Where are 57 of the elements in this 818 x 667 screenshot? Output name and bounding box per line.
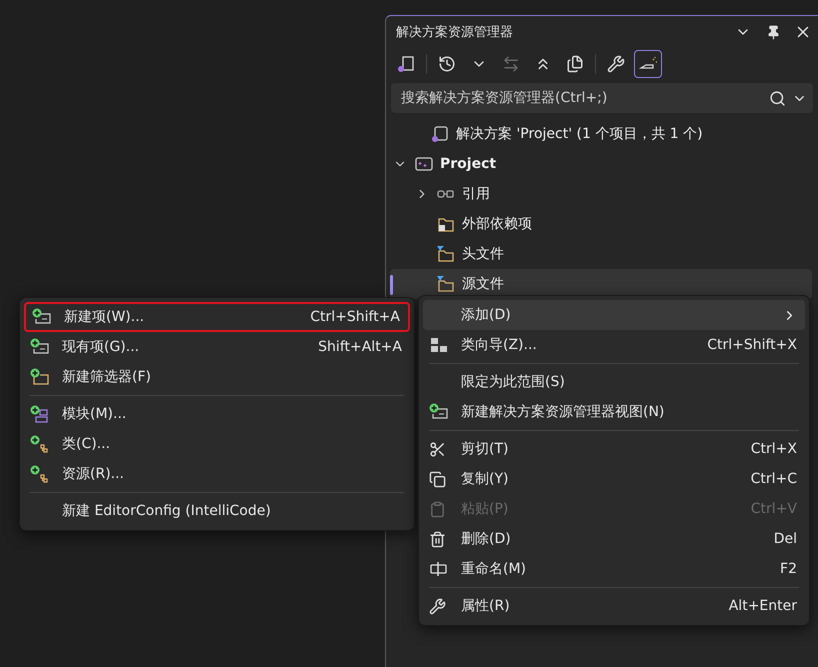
new-item-icon: [32, 308, 52, 326]
history-icon: [438, 55, 456, 73]
menu-item[interactable]: 新建解决方案资源管理器视图(N): [423, 397, 805, 427]
menu-item[interactable]: 属性(R) Alt+Enter: [423, 591, 805, 621]
menu-item[interactable]: 复制(Y) Ctrl+C: [423, 464, 805, 494]
tree-label: 头文件: [462, 245, 504, 263]
clipboard-icon: [429, 500, 446, 518]
copy-icon: [429, 470, 446, 488]
tree-label: 源文件: [462, 275, 504, 293]
copy-pages-icon: [566, 55, 584, 73]
search-bar[interactable]: 搜索解决方案资源管理器(Ctrl+;): [391, 83, 813, 113]
solution-icon: [430, 125, 450, 143]
menu-item[interactable]: 限定为此范围(S): [423, 367, 805, 397]
module-icon: [30, 405, 50, 423]
class-icon: [30, 435, 50, 453]
wrench-icon: [429, 598, 446, 614]
menu-item[interactable]: 现有项(G)... Shift+Alt+A: [24, 332, 410, 362]
filter-folder-icon: [436, 275, 456, 293]
project-icon: [414, 155, 434, 173]
menu-item[interactable]: 资源(R)...: [24, 459, 410, 489]
trash-icon: [429, 530, 446, 548]
menu-item[interactable]: 删除(D) Del: [423, 524, 805, 554]
menu-item[interactable]: 类(C)...: [24, 429, 410, 459]
panel-title: 解决方案资源管理器: [396, 24, 514, 41]
rename-icon: [429, 560, 449, 578]
wrench-icon: [607, 55, 625, 73]
tree-label: 引用: [462, 185, 490, 203]
resource-icon: [30, 465, 50, 483]
pin-icon: [766, 24, 780, 40]
selection-marker: [390, 275, 393, 295]
new-view-icon: [429, 403, 449, 421]
tree-label: Project: [440, 156, 496, 172]
search-field[interactable]: 搜索解决方案资源管理器(Ctrl+;): [399, 89, 763, 107]
tree-item[interactable]: 引用: [390, 179, 812, 209]
toolbar-button[interactable]: [634, 50, 662, 78]
tree-item[interactable]: 外部依赖项: [390, 209, 812, 239]
menu-item[interactable]: 新建项(W)... Ctrl+Shift+A: [24, 302, 410, 332]
menu-item[interactable]: 模块(M)...: [24, 399, 410, 429]
tree-label: 外部依赖项: [462, 215, 532, 233]
existing-item-icon: [30, 338, 50, 356]
tree-item[interactable]: Project: [390, 149, 812, 179]
grid-icon: [429, 336, 449, 354]
scissors-icon: [429, 440, 446, 458]
menu-item[interactable]: 新建 EditorConfig (IntelliCode): [24, 496, 410, 526]
menu-item[interactable]: 剪切(T) Ctrl+X: [423, 434, 805, 464]
filter-folder-icon: [436, 245, 456, 263]
tree-item[interactable]: 解决方案 'Project' (1 个项目，共 1 个): [390, 119, 812, 149]
menu-item[interactable]: 类向导(Z)... Ctrl+Shift+X: [423, 330, 805, 360]
sync-arrows-icon: [502, 55, 520, 73]
tree-item[interactable]: 头文件: [390, 239, 812, 269]
search-icon[interactable]: [769, 90, 786, 106]
solution-icon: [396, 55, 416, 73]
tree-label: 解决方案 'Project' (1 个项目，共 1 个): [456, 125, 703, 143]
menu-item[interactable]: 添加(D): [423, 300, 805, 330]
menu-item[interactable]: 重命名(M) F2: [423, 554, 805, 584]
menu-item[interactable]: 新建筛选器(F): [24, 362, 410, 392]
new-folder-icon: [30, 368, 50, 386]
